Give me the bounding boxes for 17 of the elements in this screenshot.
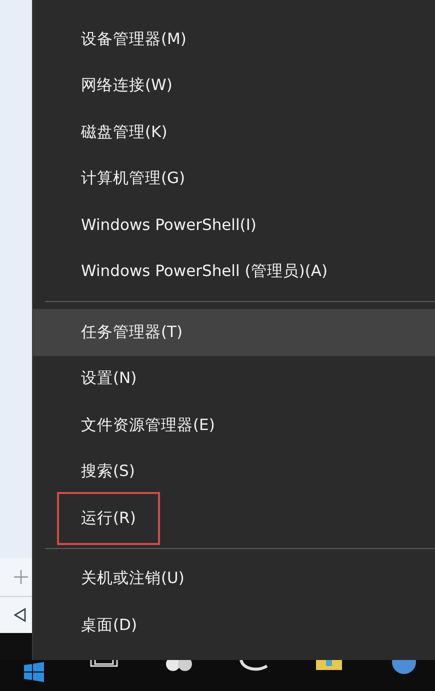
menu-item[interactable]: 桌面(D): [33, 602, 435, 648]
menu-item[interactable]: Windows PowerShell(I): [33, 202, 435, 248]
menu-item[interactable]: 磁盘管理(K): [33, 109, 435, 156]
windows-logo-icon[interactable]: [24, 662, 44, 682]
menu-item[interactable]: 计算机管理(G): [33, 156, 435, 202]
menu-item[interactable]: 网络连接(W): [33, 62, 435, 109]
left-triangle-icon[interactable]: [14, 608, 26, 622]
menu-item[interactable]: Windows PowerShell (管理员)(A): [33, 248, 435, 295]
app-icon[interactable]: [389, 660, 419, 674]
menu-item[interactable]: 设备管理器(M): [33, 16, 435, 62]
menu-item[interactable]: 任务管理器(T): [33, 309, 435, 356]
menu-item[interactable]: 关机或注销(U): [33, 556, 435, 602]
app-icon[interactable]: [164, 660, 194, 674]
plus-icon[interactable]: [14, 570, 28, 584]
menu-item[interactable]: 文件资源管理器(E): [33, 402, 435, 448]
menu-item[interactable]: 设置(N): [33, 356, 435, 402]
menu-item[interactable]: 搜索(S): [33, 448, 435, 495]
